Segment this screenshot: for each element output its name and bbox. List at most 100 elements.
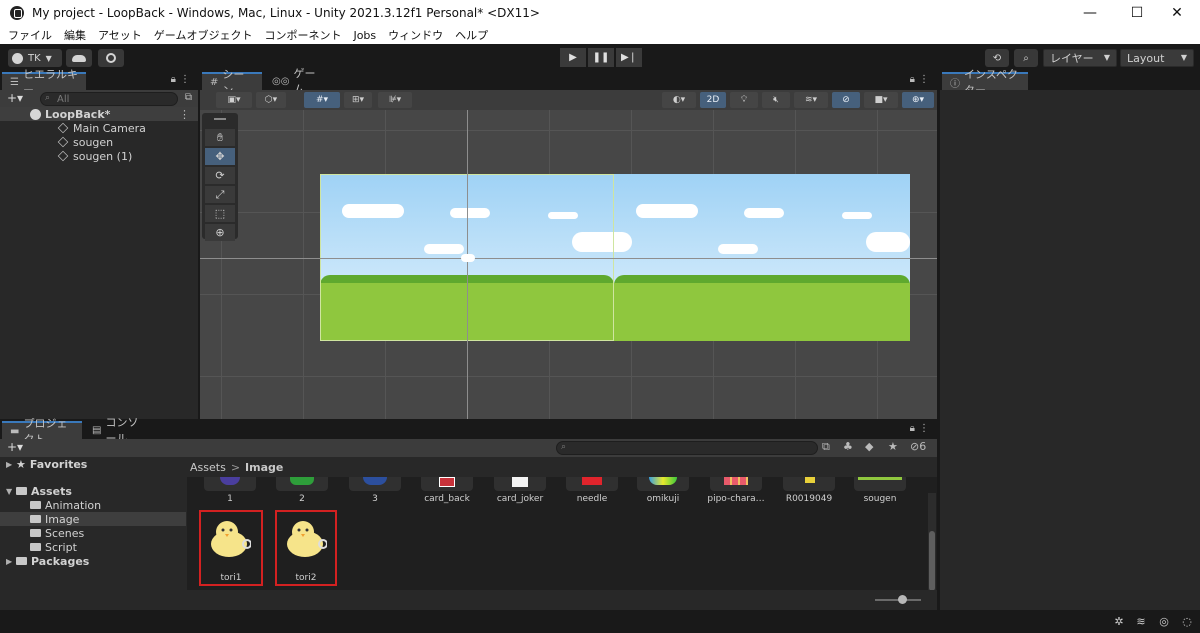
breadcrumb-image[interactable]: Image	[245, 461, 283, 474]
global-mode-dropdown[interactable]: ◐▾	[662, 92, 696, 108]
tab-inspector[interactable]: ⓘ インスペクター	[942, 68, 1028, 97]
draw-mode-dropdown[interactable]: ▣▾	[216, 92, 252, 108]
asset-thumbnail	[204, 477, 256, 491]
scene-visibility-icon[interactable]: ⧉	[185, 92, 192, 103]
camera-pivot-icon[interactable]	[461, 254, 475, 262]
effects-dropdown[interactable]: ≋▾	[794, 92, 828, 108]
kebab-menu-icon[interactable]: ⋮	[919, 74, 929, 85]
search-by-type-icon[interactable]: ⧉	[822, 440, 830, 454]
rect-tool-button[interactable]: ⬚	[205, 205, 235, 222]
cloud-button[interactable]	[66, 49, 92, 67]
hierarchy-search-input[interactable]: ⌕ All	[40, 92, 178, 106]
tree-item-animation[interactable]: Animation	[0, 498, 186, 512]
scrollbar-thumb[interactable]	[929, 531, 935, 591]
asset-tile-card-joker[interactable]: card_joker	[485, 477, 555, 543]
asset-tile-tori1[interactable]: tori1	[199, 510, 263, 586]
audio-toggle[interactable]: 🔇︎	[762, 92, 790, 108]
layout-dropdown[interactable]: Layout ▼	[1120, 49, 1194, 67]
hierarchy-item-main-camera[interactable]: Main Camera	[0, 121, 198, 135]
auto-generate-lighting-icon[interactable]: ◎	[1157, 615, 1171, 628]
asset-scrollbar[interactable]	[928, 493, 936, 591]
breadcrumb-assets[interactable]: Assets	[190, 461, 226, 474]
step-button[interactable]: ▶❘	[616, 48, 642, 67]
asset-tile-pipo-chara[interactable]: pipo-chara…	[701, 477, 771, 543]
rotate-tool-button[interactable]: ⟳	[205, 167, 235, 184]
shading-dropdown[interactable]: ⬡▾	[256, 92, 286, 108]
grid-toggle[interactable]: ⊞▾	[344, 92, 372, 108]
asset-tile-r0019049[interactable]: R0019049	[774, 477, 844, 543]
collab-button[interactable]	[98, 49, 124, 67]
asset-tile-tori2[interactable]: tori2	[275, 510, 337, 586]
menu-assets[interactable]: アセット	[98, 27, 142, 43]
menu-component[interactable]: コンポーネント	[264, 27, 341, 43]
asset-tile-omikuji[interactable]: omikuji	[628, 477, 698, 543]
search-button[interactable]: ⌕	[1014, 49, 1038, 67]
filter-by-type-icon[interactable]: ♣	[843, 440, 853, 453]
pause-button[interactable]: ❚❚	[588, 48, 614, 67]
asset-tile-card-back[interactable]: card_back	[412, 477, 482, 543]
tree-item-scenes[interactable]: Scenes	[0, 526, 186, 540]
account-dropdown[interactable]: TK ▼	[8, 49, 62, 67]
collapse-arrow-icon[interactable]: ▼	[6, 487, 16, 496]
label-tag-icon[interactable]: ◆	[865, 440, 873, 453]
history-button[interactable]: ⟲	[985, 49, 1009, 67]
menu-help[interactable]: ヘルプ	[455, 27, 488, 43]
tab-scene[interactable]: # シーン	[202, 68, 262, 97]
create-asset-button[interactable]: +▾	[7, 440, 23, 454]
expand-arrow-icon[interactable]: ▶	[6, 460, 16, 469]
kebab-menu-icon[interactable]: ⋮	[180, 74, 190, 85]
menu-gameobject[interactable]: ゲームオブジェクト	[154, 27, 253, 43]
lock-icon[interactable]: 🔒︎	[910, 423, 915, 434]
status-bar: ✲ ≋ ◎ ◌	[0, 610, 1200, 633]
bug-icon[interactable]: ✲	[1112, 615, 1126, 628]
tab-project[interactable]: ▬ プロジェクト	[2, 417, 82, 446]
tab-hierarchy[interactable]: ☰ ヒエラルキー	[2, 68, 86, 97]
asset-tile-3[interactable]: 3	[340, 477, 410, 543]
hierarchy-scene-row[interactable]: LoopBack* ⋮	[0, 107, 198, 121]
scene-viewport[interactable]: ✋︎ ✥ ⟳ ⤢ ⬚ ⊕	[200, 110, 937, 419]
hierarchy-item-sougen[interactable]: sougen	[0, 135, 198, 149]
tree-item-assets[interactable]: ▼ Assets	[0, 484, 186, 498]
tree-item-favorites[interactable]: ▶ ★ Favorites	[0, 457, 186, 471]
drag-handle[interactable]	[214, 118, 226, 120]
hidden-packages-toggle[interactable]: ⊘6	[910, 440, 926, 453]
favorite-star-icon[interactable]: ★	[888, 440, 898, 453]
add-object-button[interactable]: +▾	[7, 91, 23, 105]
tree-item-image[interactable]: Image	[0, 512, 186, 526]
menu-jobs[interactable]: Jobs	[353, 29, 376, 42]
grid-snap-toggle[interactable]: #▾	[304, 92, 340, 108]
scene-menu-icon[interactable]: ⋮	[179, 108, 190, 121]
lock-icon[interactable]: 🔒︎	[910, 74, 915, 85]
scale-tool-button[interactable]: ⤢	[205, 186, 235, 203]
tree-item-packages[interactable]: ▶ Packages	[0, 554, 186, 568]
tree-item-script[interactable]: Script	[0, 540, 186, 554]
cache-server-icon[interactable]: ≋	[1134, 615, 1148, 628]
minimize-button[interactable]: —	[1067, 0, 1113, 26]
mode-2d-toggle[interactable]: 2D	[700, 92, 726, 108]
project-search-input[interactable]: ⌕	[556, 441, 818, 455]
close-button[interactable]: ✕	[1154, 0, 1200, 26]
tab-game[interactable]: ◎◎ ゲーム	[264, 67, 328, 96]
lock-icon[interactable]: 🔒︎	[171, 74, 176, 85]
asset-tile-needle[interactable]: needle	[557, 477, 627, 543]
camera-dropdown[interactable]: ■▾	[864, 92, 898, 108]
gizmos-dropdown[interactable]: ⊕▾	[902, 92, 934, 108]
progress-icon[interactable]: ◌	[1180, 615, 1194, 628]
slider-handle[interactable]	[898, 595, 907, 604]
menu-file[interactable]: ファイル	[8, 27, 52, 43]
tab-console[interactable]: ▤ コンソール	[84, 416, 154, 445]
transform-tool-button[interactable]: ⊕	[205, 224, 235, 241]
kebab-menu-icon[interactable]: ⋮	[919, 423, 929, 434]
layers-dropdown[interactable]: レイヤー ▼	[1043, 49, 1117, 67]
lighting-toggle[interactable]: 💡︎	[730, 92, 758, 108]
expand-arrow-icon[interactable]: ▶	[6, 557, 16, 566]
hand-tool-button[interactable]: ✋︎	[205, 129, 235, 146]
hierarchy-item-sougen-1[interactable]: sougen (1)	[0, 149, 198, 163]
move-tool-button[interactable]: ✥	[205, 148, 235, 165]
menu-edit[interactable]: 編集	[64, 27, 86, 43]
hidden-objects-toggle[interactable]: ⊘	[832, 92, 860, 108]
asset-tile-sougen[interactable]: sougen	[845, 477, 915, 543]
menu-window[interactable]: ウィンドウ	[388, 27, 443, 43]
play-button[interactable]: ▶	[560, 48, 586, 67]
increment-snap-toggle[interactable]: ⊯▾	[378, 92, 412, 108]
